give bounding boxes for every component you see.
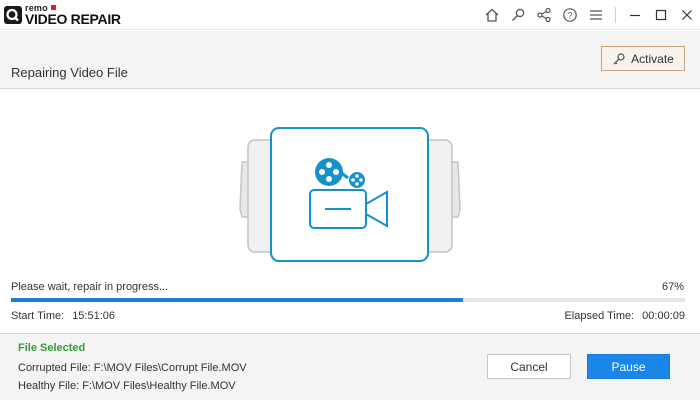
start-time-label: Start Time: [11,310,65,322]
progress-fill [11,298,463,302]
search-key-icon[interactable] [505,4,531,26]
progress-bar [11,298,685,302]
minimize-icon[interactable] [622,4,648,26]
elapsed-time-value: 00:00:09 [642,310,685,322]
elapsed-time: Elapsed Time: 00:00:09 [564,310,685,322]
menu-icon[interactable] [583,4,609,26]
activate-button[interactable]: Activate [601,46,685,71]
titlebar-divider [615,7,616,23]
progress-percent: 67% [661,281,684,293]
app-logo: remo VIDEO REPAIR [4,3,155,27]
cancel-button[interactable]: Cancel [487,354,571,379]
maximize-icon[interactable] [648,4,674,26]
title-bar: remo VIDEO REPAIR ? [0,0,700,30]
logo-square [51,5,56,10]
help-icon[interactable]: ? [557,4,583,26]
page-header: Repairing Video File Activate [0,31,700,89]
status-text: Please wait, repair in progress... [11,281,169,293]
footer: File Selected Corrupted File: F:\MOV Fil… [0,333,700,400]
activate-label: Activate [631,51,674,66]
repair-illustration [239,127,461,262]
file-selected-heading: File Selected [18,342,86,354]
elapsed-time-label: Elapsed Time: [564,310,635,322]
start-time-value: 15:51:06 [72,310,116,322]
healthy-file-path: Healthy File: F:\MOV Files\Healthy File.… [18,380,236,392]
logo-product: VIDEO REPAIR [25,11,121,27]
page-title: Repairing Video File [11,65,128,80]
pause-button[interactable]: Pause [587,354,670,379]
key-icon [613,52,625,64]
start-time: Start Time: 15:51:06 [11,310,115,322]
svg-text:?: ? [567,11,572,21]
share-icon[interactable] [531,4,557,26]
home-icon[interactable] [479,4,505,26]
logo-icon [4,6,22,24]
close-icon[interactable] [674,4,700,26]
corrupted-file-path: Corrupted File: F:\MOV Files\Corrupt Fil… [18,362,247,374]
